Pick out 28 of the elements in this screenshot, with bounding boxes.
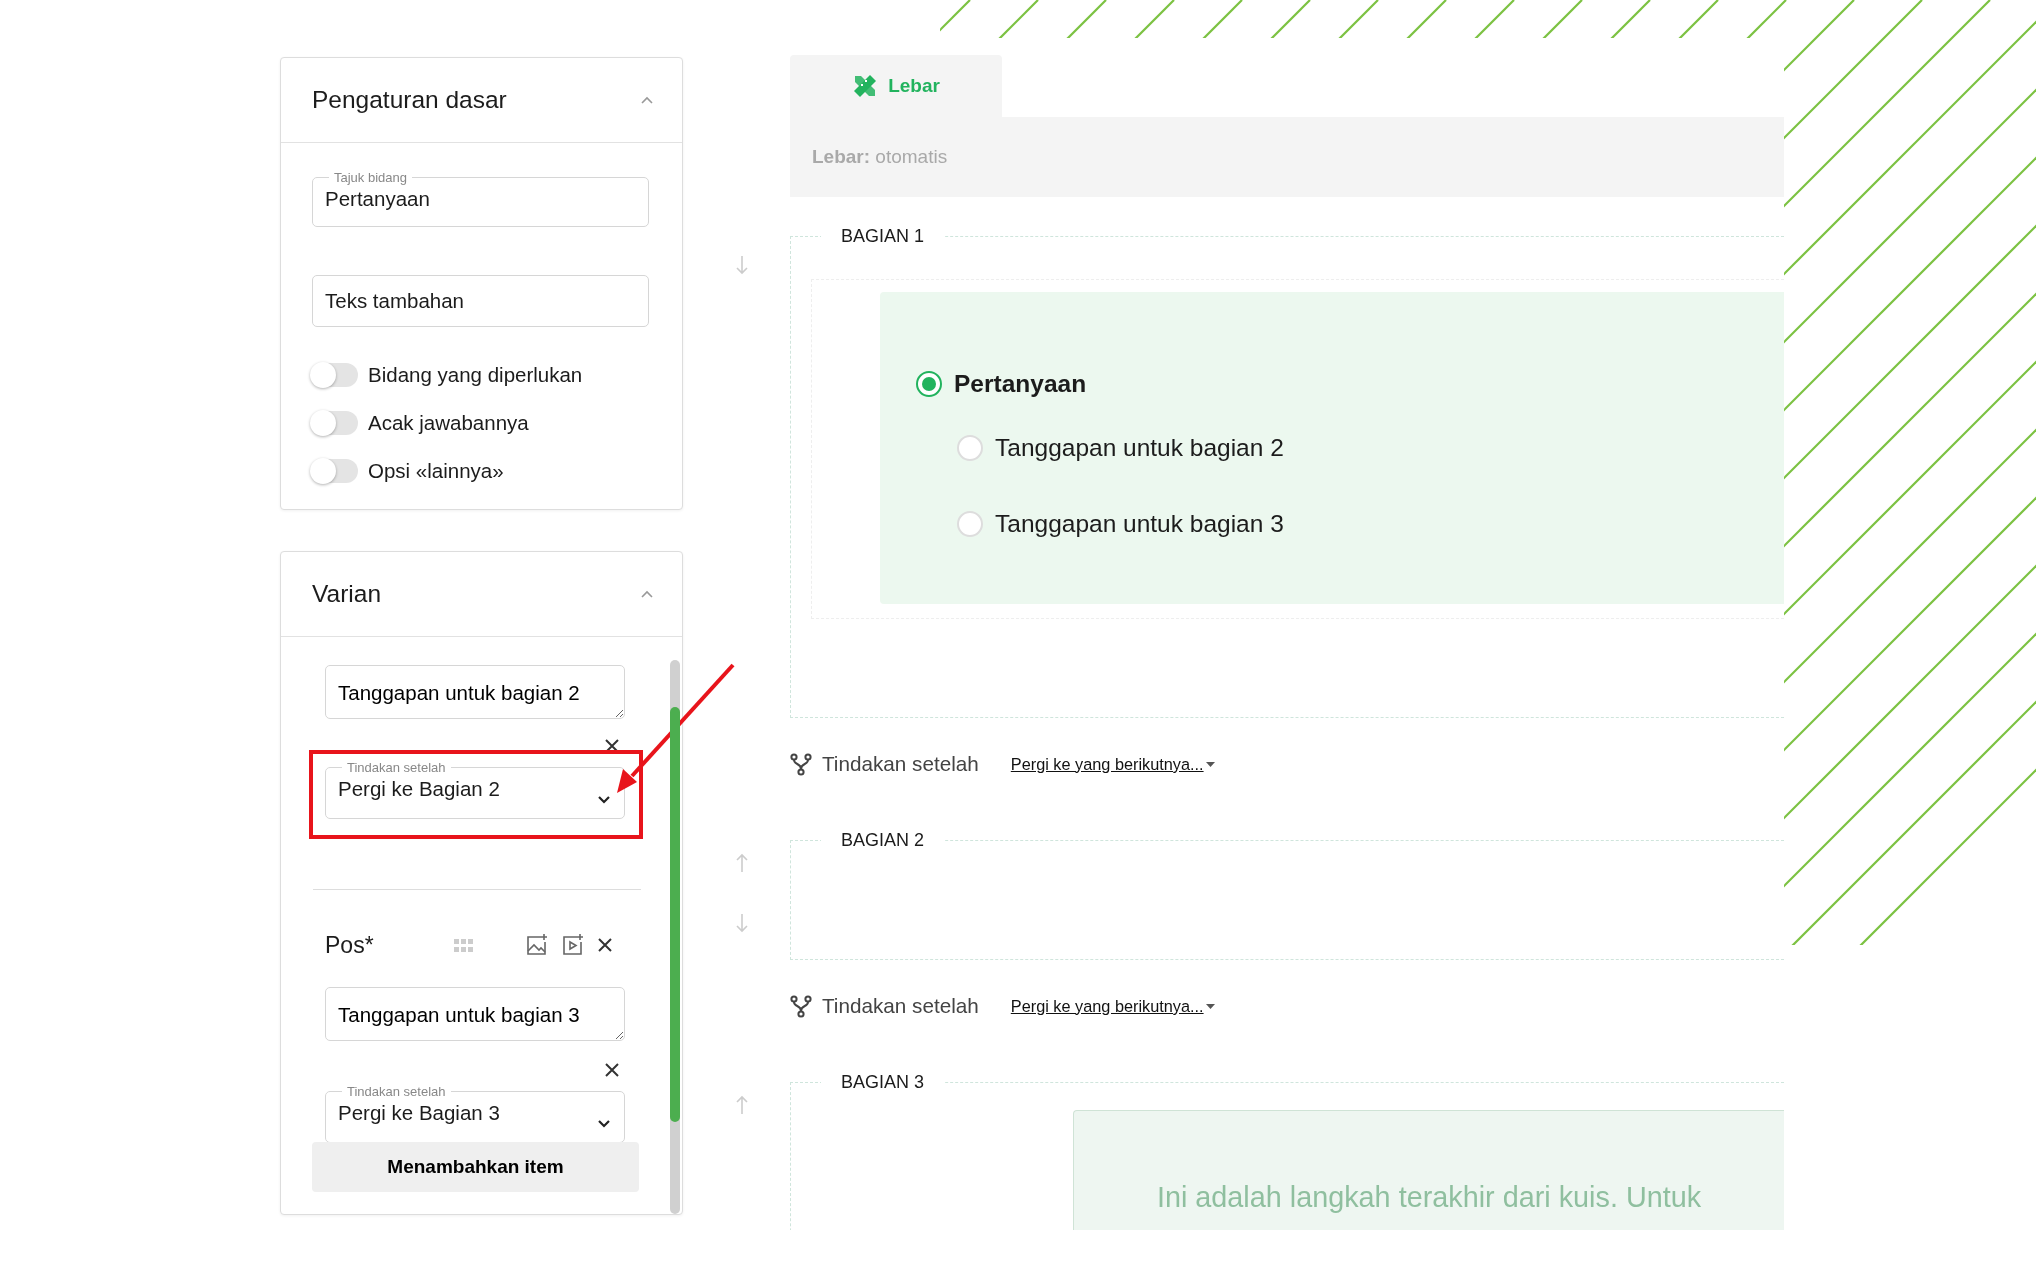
panel-title: Pengaturan dasar <box>312 84 507 115</box>
input-field[interactable]: Pertanyaan <box>325 184 636 215</box>
field-outline[interactable]: Tindakan setelah Pergi ke Bagian 3 <box>325 1085 625 1143</box>
select-field[interactable]: Pergi ke Bagian 2 <box>338 774 612 805</box>
field-label: Tindakan setelah <box>346 1085 447 1098</box>
action-label: Tindakan setelah <box>822 751 979 778</box>
add-item-button[interactable]: Menambahkan item <box>312 1142 639 1192</box>
width-info: Lebar: otomatis <box>812 144 948 169</box>
toggle-label: Acak jawabannya <box>368 409 529 436</box>
action-dropdown[interactable]: Pergi ke yang berikutnya... <box>1010 751 1215 777</box>
question-label: Pertanyaan <box>954 368 1087 399</box>
panel-title: Varian <box>312 578 381 609</box>
field-outline[interactable]: Tajuk bidang Pertanyaan <box>312 171 649 227</box>
option-label: Tanggapan untuk bagian 2 <box>995 432 1284 463</box>
field-label: Tindakan setelah <box>346 761 447 774</box>
field-outline[interactable]: Tindakan setelah Pergi ke Bagian 2 <box>325 761 625 819</box>
final-note: Ini adalah langkah terakhir dari kuis. Untuk <box>1073 1110 1784 1230</box>
answer-field[interactable]: Tanggapan untuk bagian 3 <box>325 987 625 1041</box>
option-title: Pos* <box>325 930 375 960</box>
input-field[interactable]: Teks tambahan <box>312 275 649 327</box>
action-label: Tindakan setelah <box>822 993 979 1020</box>
option-label: Tanggapan untuk bagian 3 <box>995 508 1284 539</box>
action-dropdown[interactable]: Pergi ke yang berikutnya... <box>1010 993 1215 1019</box>
toggle-label: Opsi «lainnya» <box>368 457 504 484</box>
select-field[interactable]: Pergi ke Bagian 3 <box>338 1098 612 1129</box>
toggle-label: Bidang yang diperlukan <box>368 361 583 388</box>
field-label: Tajuk bidang <box>333 171 408 184</box>
answer-field[interactable]: Tanggapan untuk bagian 2 <box>325 665 625 719</box>
